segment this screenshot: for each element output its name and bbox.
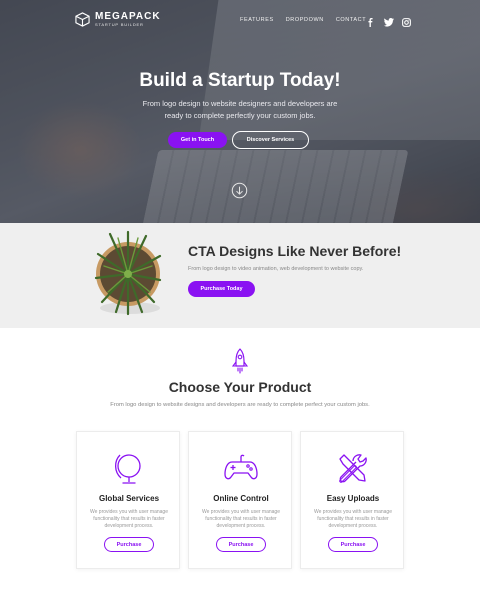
card-title: Easy Uploads bbox=[326, 494, 380, 503]
instagram-icon[interactable] bbox=[402, 14, 411, 27]
product-card-online-control: Online Control We provides you with user… bbox=[188, 431, 292, 569]
card-title: Online Control bbox=[213, 494, 269, 503]
nav-dropdown[interactable]: DROPDOWN bbox=[286, 17, 324, 23]
discover-services-button[interactable]: Discover Services bbox=[232, 131, 309, 149]
nav-features[interactable]: FEATURES bbox=[240, 17, 274, 23]
products-title: Choose Your Product bbox=[168, 379, 312, 395]
cta-subtitle: From logo design to video animation, web… bbox=[188, 266, 364, 272]
hero-title: Build a Startup Today! bbox=[139, 70, 341, 91]
get-in-touch-button[interactable]: Get in Touch bbox=[168, 132, 227, 148]
products-subtitle: From logo design to website designs and … bbox=[110, 402, 370, 408]
cta-section bbox=[0, 223, 480, 328]
scroll-down-icon[interactable] bbox=[231, 182, 248, 199]
plant-pot-image bbox=[94, 230, 162, 316]
twitter-icon[interactable] bbox=[384, 14, 394, 27]
brand-logo[interactable]: MEGAPACK STARTUP BUILDER bbox=[75, 12, 161, 27]
cube-logo-icon bbox=[75, 12, 90, 27]
facebook-icon[interactable] bbox=[366, 14, 375, 27]
social-links bbox=[366, 14, 411, 27]
main-nav: FEATURES DROPDOWN CONTACT bbox=[240, 17, 366, 23]
cta-title: CTA Designs Like Never Before! bbox=[188, 243, 402, 259]
brand-name: MEGAPACK bbox=[95, 11, 161, 22]
hero-subtitle: From logo design to website designers an… bbox=[142, 99, 338, 120]
card-description: We provides you with user manage functio… bbox=[313, 509, 392, 529]
rocket-icon bbox=[232, 348, 248, 374]
purchase-button[interactable]: Purchase bbox=[216, 537, 266, 552]
product-card-easy-uploads: Easy Uploads We provides you with user m… bbox=[300, 431, 404, 569]
card-description: We provides you with user manage functio… bbox=[201, 509, 280, 529]
product-card-global-services: Global Services We provides you with use… bbox=[76, 431, 180, 569]
card-title: Global Services bbox=[98, 494, 160, 503]
card-description: We provides you with user manage functio… bbox=[89, 509, 168, 529]
gamepad-icon bbox=[224, 454, 258, 480]
purchase-button[interactable]: Purchase bbox=[104, 537, 154, 552]
brand-tagline: STARTUP BUILDER bbox=[95, 22, 144, 27]
purchase-today-button[interactable]: Purchase Today bbox=[188, 281, 255, 297]
tools-icon bbox=[339, 454, 367, 483]
nav-contact[interactable]: CONTACT bbox=[336, 17, 366, 23]
globe-icon bbox=[114, 454, 141, 484]
purchase-button[interactable]: Purchase bbox=[328, 537, 378, 552]
